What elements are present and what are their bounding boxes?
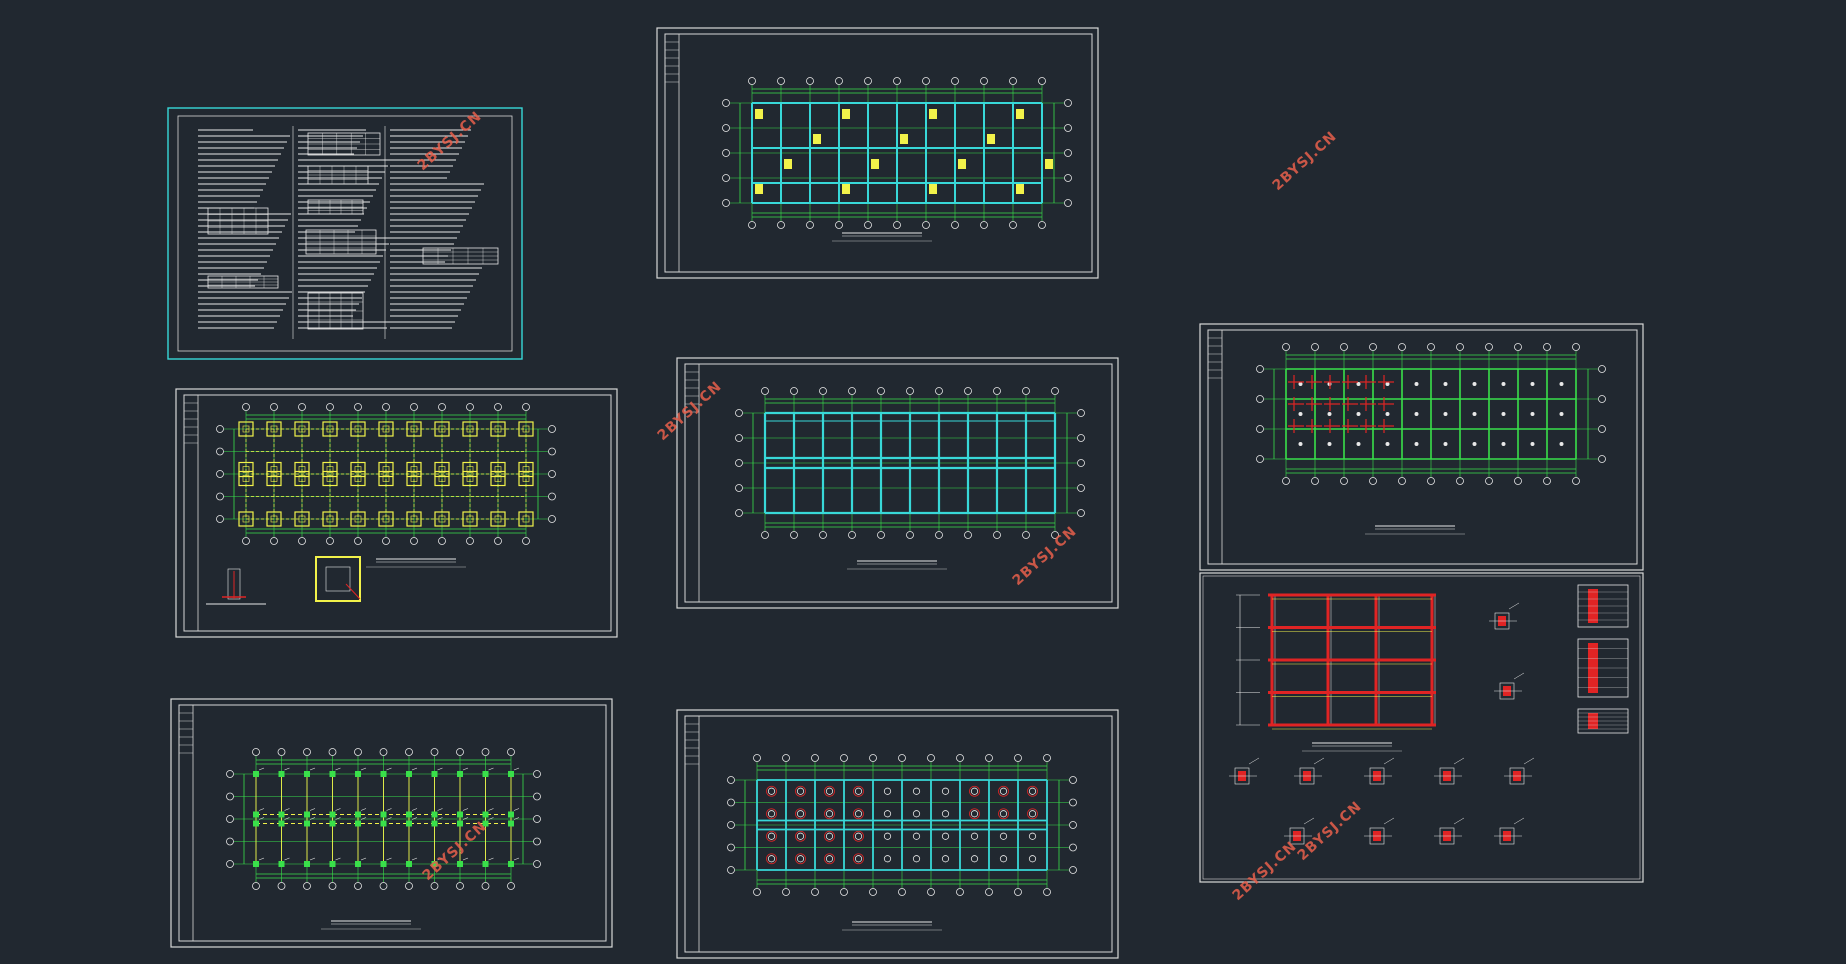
cad-drawing-canvas[interactable]: [0, 0, 1846, 964]
sheet-foundation-plan: [175, 388, 618, 638]
sheet-floor-plan-mid: [676, 357, 1119, 609]
sheet-column-plan: [170, 698, 613, 948]
sheet-roof-plan: [676, 709, 1119, 959]
drawing-sheets: [167, 27, 1644, 959]
sheet-general-notes: [167, 107, 523, 360]
sheet-slab-plan: [1199, 323, 1644, 571]
sheet-frame-detail: [1199, 572, 1644, 883]
sheet-floor-plan-top: [656, 27, 1099, 279]
